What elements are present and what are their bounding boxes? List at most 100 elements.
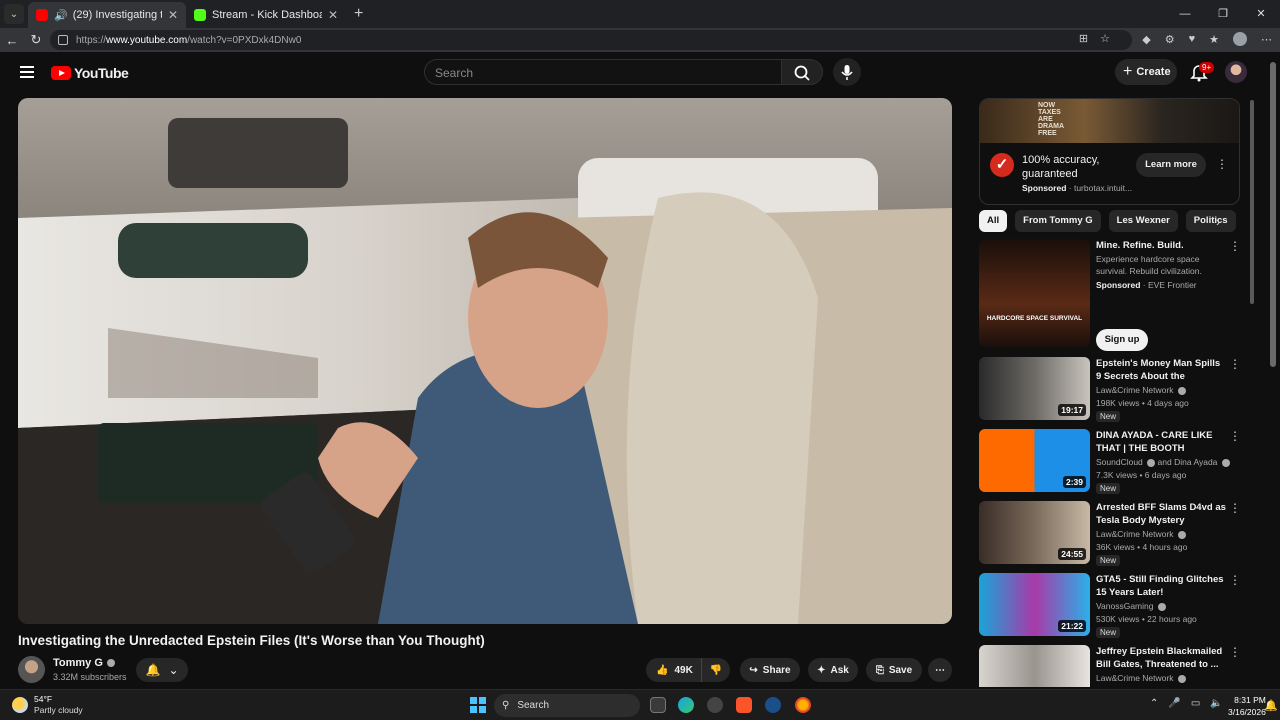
more-options-icon[interactable]: ⋮ <box>1229 429 1241 443</box>
steam-icon[interactable] <box>765 697 781 713</box>
ask-button[interactable]: ✦ Ask <box>808 658 858 682</box>
taskbar-search[interactable]: ⚲ Search <box>494 694 640 717</box>
menu-icon[interactable] <box>20 66 34 81</box>
extension-puzzle-icon[interactable]: ⚙ <box>1165 33 1175 46</box>
back-icon[interactable]: ← <box>0 33 24 48</box>
subscription-bell-button[interactable]: 🔔 ⌄ <box>136 658 188 682</box>
chip-all[interactable]: All <box>979 210 1008 232</box>
recommended-video[interactable]: 2:39 DINA AYADA - CARE LIKE THAT | THE B… <box>979 429 1244 495</box>
close-tab-icon[interactable]: ✕ <box>168 8 178 22</box>
minimize-icon[interactable]: — <box>1166 0 1204 28</box>
more-options-icon[interactable]: ⋮ <box>1229 357 1241 371</box>
new-tab-icon[interactable]: + <box>354 5 363 23</box>
page-scrollbar[interactable] <box>1270 62 1276 367</box>
recommended-video[interactable]: 24:55 Arrested BFF Slams D4vd as Tesla B… <box>979 501 1244 567</box>
video-thumbnail[interactable] <box>979 645 1090 687</box>
youtube-logo[interactable]: YouTube <box>51 65 129 81</box>
speaker-icon[interactable]: 🔊 <box>54 9 68 22</box>
tab-youtube[interactable]: 🔊 (29) Investigating the Unredacted ✕ <box>28 2 186 28</box>
windows-start-icon[interactable] <box>470 697 486 713</box>
notification-center-icon[interactable]: 🔔 <box>1264 699 1278 712</box>
brave-icon[interactable] <box>736 697 752 713</box>
more-actions-button[interactable]: ⋯ <box>928 658 952 682</box>
plus-icon: + <box>1123 63 1133 80</box>
channel-line[interactable]: Law&Crime Network <box>1096 385 1186 395</box>
video-thumbnail[interactable]: 21:22 <box>979 573 1090 636</box>
taskbar-search-label: Search <box>517 700 550 711</box>
site-info-icon[interactable] <box>58 35 68 45</box>
video-title[interactable]: Arrested BFF Slams D4vd as Tesla Body My… <box>1096 501 1226 527</box>
channel-line[interactable]: SoundCloud and Dina Ayada <box>1096 457 1230 467</box>
tab-kick[interactable]: Stream - Kick Dashboard ✕ <box>186 2 346 28</box>
firefox-icon[interactable] <box>795 697 811 713</box>
ad-banner-image[interactable]: NOW TAXES ARE DRAMA FREE <box>980 99 1239 143</box>
close-tab-icon[interactable]: ✕ <box>328 8 338 22</box>
recommended-video[interactable]: Jeffrey Epstein Blackmailed Bill Gates, … <box>979 645 1244 687</box>
weather-widget[interactable]: 54°F Partly cloudy <box>12 694 83 716</box>
microphone-icon[interactable]: 🎤 <box>1168 698 1180 709</box>
close-window-icon[interactable]: ✕ <box>1242 0 1280 28</box>
chip-politics[interactable]: Politics <box>1185 210 1236 232</box>
settings-more-icon[interactable]: ⋯ <box>1261 33 1272 46</box>
profile-icon[interactable] <box>1233 32 1247 46</box>
network-icon[interactable]: ▭ <box>1191 698 1200 709</box>
more-options-icon[interactable]: ⋮ <box>1229 239 1241 253</box>
browser-essentials-icon[interactable]: ♥ <box>1189 33 1196 45</box>
chevron-up-icon[interactable]: ⌃ <box>1150 698 1158 709</box>
video-title[interactable]: DINA AYADA - CARE LIKE THAT | THE BOOTH <box>1096 429 1226 455</box>
voice-search-button[interactable] <box>833 58 861 86</box>
search-input[interactable]: Search <box>424 59 782 85</box>
account-avatar[interactable] <box>1225 61 1247 83</box>
verified-icon <box>1157 602 1166 611</box>
create-button[interactable]: + Create <box>1115 59 1177 85</box>
sponsored-video-card[interactable]: HARDCORE SPACE SURVIVAL Mine. Refine. Bu… <box>979 239 1244 354</box>
video-title[interactable]: Jeffrey Epstein Blackmailed Bill Gates, … <box>1096 645 1226 671</box>
clock[interactable]: 8:31 PM 3/16/2026 <box>1228 694 1266 718</box>
more-options-icon[interactable]: ⋮ <box>1229 501 1241 515</box>
more-options-icon[interactable]: ⋮ <box>1229 573 1241 587</box>
favorite-star-icon[interactable]: ☆ <box>1100 32 1110 45</box>
eve-thumbnail[interactable]: HARDCORE SPACE SURVIVAL <box>979 239 1090 347</box>
task-view-icon[interactable] <box>650 697 666 713</box>
split-screen-icon[interactable]: ⊞ <box>1079 32 1088 45</box>
video-title[interactable]: Epstein's Money Man Spills 9 Secrets Abo… <box>1096 357 1226 383</box>
chevron-right-icon[interactable]: › <box>1216 214 1220 229</box>
recommended-video[interactable]: 19:17 Epstein's Money Man Spills 9 Secre… <box>979 357 1244 423</box>
chip-from-tommy-g[interactable]: From Tommy G <box>1015 210 1101 232</box>
edge-icon[interactable] <box>678 697 694 713</box>
video-thumbnail[interactable]: 19:17 <box>979 357 1090 420</box>
sign-up-button[interactable]: Sign up <box>1096 329 1148 351</box>
channel-line[interactable]: Law&Crime Network <box>1096 529 1186 539</box>
subscriber-count: 3.32M subscribers <box>53 672 127 682</box>
learn-more-button[interactable]: Learn more <box>1136 153 1206 177</box>
video-title[interactable]: GTA5 - Still Finding Glitches 15 Years L… <box>1096 573 1226 599</box>
refresh-icon[interactable]: ↻ <box>24 32 48 48</box>
sponsored-ad-card[interactable]: NOW TAXES ARE DRAMA FREE ✓ 100% accuracy… <box>979 98 1240 205</box>
video-thumbnail[interactable]: 2:39 <box>979 429 1090 492</box>
channel-line[interactable]: VanossGaming <box>1096 601 1166 611</box>
sponsored-title[interactable]: Mine. Refine. Build. <box>1096 239 1226 252</box>
channel-avatar[interactable] <box>18 656 45 683</box>
channel-name[interactable]: Tommy G <box>53 657 115 669</box>
more-options-icon[interactable]: ⋮ <box>1229 645 1241 659</box>
sidebar-scrollbar[interactable] <box>1250 100 1254 304</box>
channel-line[interactable]: Law&Crime Network <box>1096 673 1186 683</box>
recommended-video[interactable]: 21:22 GTA5 - Still Finding Glitches 15 Y… <box>979 573 1244 639</box>
volume-icon[interactable]: 🔈 <box>1210 698 1222 709</box>
dislike-button[interactable]: 👎 <box>702 665 730 676</box>
restore-icon[interactable]: ❐ <box>1204 0 1242 28</box>
save-button[interactable]: ⎘ Save <box>866 658 922 682</box>
share-button[interactable]: ↪ Share <box>740 658 800 682</box>
chip-les-wexner[interactable]: Les Wexner <box>1108 210 1178 232</box>
like-button[interactable]: 👍 49K <box>646 658 702 682</box>
chrome-icon[interactable] <box>707 697 723 713</box>
extension-diamond-icon[interactable]: ◆ <box>1142 33 1150 46</box>
microphone-icon <box>841 65 853 80</box>
video-thumbnail[interactable]: 24:55 <box>979 501 1090 564</box>
ad-more-icon[interactable]: ⋮ <box>1216 157 1228 171</box>
search-button[interactable] <box>781 59 823 85</box>
video-player[interactable] <box>18 98 952 624</box>
favorites-icon[interactable]: ★ <box>1209 33 1219 46</box>
address-bar[interactable]: https://www.youtube.com/watch?v=0PXDxk4D… <box>50 30 1132 50</box>
tab-menu-icon[interactable]: ⌄ <box>4 4 24 24</box>
